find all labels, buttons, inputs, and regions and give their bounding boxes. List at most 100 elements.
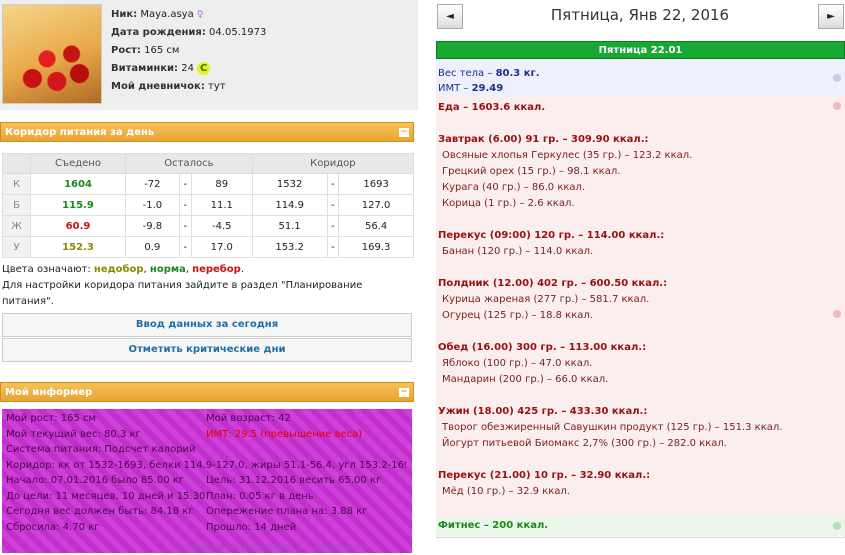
birth-label: Дата рождения: bbox=[111, 27, 206, 38]
weight-label: Вес тела bbox=[438, 68, 484, 79]
meal-item: Огурец (125 гр.) – 18.8 ккал. bbox=[438, 308, 843, 324]
dash: – bbox=[487, 68, 492, 79]
meal-item: Корица (1 гр.) – 2.6 ккал. bbox=[438, 196, 843, 212]
legend-over: перебор bbox=[192, 264, 241, 275]
eaten-value: 152.3 bbox=[31, 237, 126, 258]
informer-cell: Система питания: Подсчет калорий bbox=[6, 442, 206, 458]
th-corridor: Коридор bbox=[252, 154, 413, 174]
table-row: У 152.3 0.9 - 17.0 153.2 - 169.3 bbox=[3, 237, 414, 258]
informer-cell: Прошло: 14 дней bbox=[206, 520, 296, 536]
nick[interactable]: Maya.asya bbox=[140, 9, 193, 20]
dash: – bbox=[463, 83, 468, 94]
weight-icon bbox=[833, 74, 841, 82]
informer-header[interactable]: Мой информер − bbox=[0, 382, 414, 402]
prev-day-button[interactable]: ◄ bbox=[437, 4, 463, 29]
female-icon: ♀ bbox=[197, 10, 204, 20]
th-empty bbox=[3, 154, 31, 174]
eaten-value: 115.9 bbox=[31, 195, 126, 216]
corr-max: 127.0 bbox=[339, 195, 414, 216]
input-today-button[interactable]: Ввод данных за сегодня bbox=[2, 313, 412, 337]
meal-title: Перекус (09:00) 120 гр. – 114.00 ккал.: bbox=[438, 228, 843, 244]
vitamin-c-icon: C bbox=[197, 62, 210, 75]
meal-title: Обед (16.00) 300 гр. – 113.00 ккал.: bbox=[438, 340, 843, 356]
diary-link[interactable]: тут bbox=[208, 81, 226, 92]
informer-cell: Коридор: кк от 1532-1693, белки 114.9-12… bbox=[6, 458, 406, 474]
informer-cell: До цели: 11 месяцев, 10 дней и 15.30 кг bbox=[6, 489, 206, 505]
color-legend: Цвета означают: недобор, норма, перебор.… bbox=[2, 262, 412, 310]
informer-title: Мой информер bbox=[5, 387, 92, 398]
row-label: У bbox=[3, 237, 31, 258]
critical-days-button[interactable]: Отметить критические дни bbox=[2, 338, 412, 362]
dash: - bbox=[327, 174, 339, 195]
informer-widget: Мой рост: 165 смМой возраст: 42 Мой теку… bbox=[2, 409, 412, 553]
diary-label: Мой дневничок: bbox=[111, 81, 205, 92]
fitness-row: Фитнес – 200 ккал. bbox=[436, 516, 845, 536]
eaten-value: 1604 bbox=[31, 174, 126, 195]
meal-title: Завтрак (6.00) 91 гр. – 309.90 ккал.: bbox=[438, 132, 843, 148]
table-row: К 1604 -72 - 89 1532 - 1693 bbox=[3, 174, 414, 195]
corr-min: 51.1 bbox=[252, 216, 327, 237]
corr-max: 56.4 bbox=[339, 216, 414, 237]
apple-icon bbox=[833, 102, 841, 110]
left-max: 17.0 bbox=[191, 237, 252, 258]
meal-item: Яблоко (100 гр.) – 47.0 ккал. bbox=[438, 356, 843, 372]
legend-norm: норма bbox=[150, 264, 186, 275]
table-row: Ж 60.9 -9.8 - -4.5 51.1 - 56.4 bbox=[3, 216, 414, 237]
meal-title: Перекус (21.00) 10 гр. – 32.90 ккал.: bbox=[438, 468, 843, 484]
comma: , bbox=[144, 264, 147, 275]
row-label: К bbox=[3, 174, 31, 195]
informer-cell: План: 0.05 кг в день bbox=[206, 489, 314, 505]
informer-cell: Сбросила: 4.70 кг bbox=[6, 520, 206, 536]
th-left: Осталось bbox=[126, 154, 253, 174]
left-min: -1.0 bbox=[126, 195, 180, 216]
left-min: -72 bbox=[126, 174, 180, 195]
informer-bmi-warning: ИМТ: 29.5 (превышение веса) bbox=[206, 427, 362, 443]
left-min: -9.8 bbox=[126, 216, 180, 237]
eaten-value: 60.9 bbox=[31, 216, 126, 237]
corridor-header[interactable]: Коридор питания за день − bbox=[0, 122, 414, 142]
dash: - bbox=[179, 195, 191, 216]
informer-cell: Начало: 07.01.2016 было 85.00 кг bbox=[6, 473, 206, 489]
corridor-note: Для настройки коридора питания зайдите в… bbox=[2, 278, 412, 310]
corr-min: 114.9 bbox=[252, 195, 327, 216]
legend-under: недобор bbox=[94, 264, 144, 275]
left-panel: Ник: Maya.asya ♀ Дата рождения: 04.05.19… bbox=[0, 0, 418, 553]
corr-max: 169.3 bbox=[339, 237, 414, 258]
legend-prefix: Цвета означают: bbox=[2, 264, 91, 275]
weight-value: 80.3 кг. bbox=[496, 68, 540, 79]
next-day-button[interactable]: ► bbox=[818, 4, 844, 29]
dash: - bbox=[179, 216, 191, 237]
informer-cell: Мой рост: 165 см bbox=[6, 411, 206, 427]
meal-title: Ужин (18.00) 425 гр. – 433.30 ккал.: bbox=[438, 404, 843, 420]
meal-item: Курага (40 гр.) – 86.0 ккал. bbox=[438, 180, 843, 196]
day-bar: Пятница 22.01 bbox=[436, 41, 845, 59]
corr-min: 153.2 bbox=[252, 237, 327, 258]
apple-icon bbox=[833, 310, 841, 318]
food-total: Еда – 1603.6 ккал. bbox=[438, 100, 843, 116]
collapse-icon[interactable]: − bbox=[399, 128, 409, 137]
row-label: Б bbox=[3, 195, 31, 216]
left-min: 0.9 bbox=[126, 237, 180, 258]
avatar[interactable] bbox=[2, 4, 102, 104]
date-title: Пятница, Янв 22, 2016 bbox=[490, 6, 790, 24]
table-row: Б 115.9 -1.0 - 11.1 114.9 - 127.0 bbox=[3, 195, 414, 216]
meal-item: Мандарин (200 гр.) – 66.0 ккал. bbox=[438, 372, 843, 388]
meal-item: Творог обезжиренный Савушкин продукт (12… bbox=[438, 420, 843, 436]
meal-item: Овсяные хлопья Геркулес (35 гр.) – 123.2… bbox=[438, 148, 843, 164]
corridor-title: Коридор питания за день bbox=[5, 127, 154, 138]
vitamins-value: 24 bbox=[181, 63, 194, 74]
dash: - bbox=[179, 237, 191, 258]
corridor-table: Съедено Осталось Коридор К 1604 -72 - 89… bbox=[2, 153, 414, 258]
dash: - bbox=[179, 174, 191, 195]
period: . bbox=[241, 264, 244, 275]
informer-cell: Опережение плана на: 3.88 кг bbox=[206, 504, 367, 520]
dash: - bbox=[327, 237, 339, 258]
collapse-icon[interactable]: − bbox=[399, 388, 409, 397]
food-block: Еда – 1603.6 ккал. Завтрак (6.00) 91 гр.… bbox=[436, 96, 845, 516]
meal-item: Мёд (10 гр.) – 32.9 ккал. bbox=[438, 484, 843, 500]
height-label: Рост: bbox=[111, 45, 141, 56]
informer-cell: Цель: 31.12.2016 весить 65.00 кг bbox=[206, 473, 381, 489]
informer-cell: Сегодня вес должен быть: 84.18 кг bbox=[6, 504, 206, 520]
left-max: 11.1 bbox=[191, 195, 252, 216]
fitness-value: Фитнес – 200 ккал. bbox=[438, 520, 548, 531]
